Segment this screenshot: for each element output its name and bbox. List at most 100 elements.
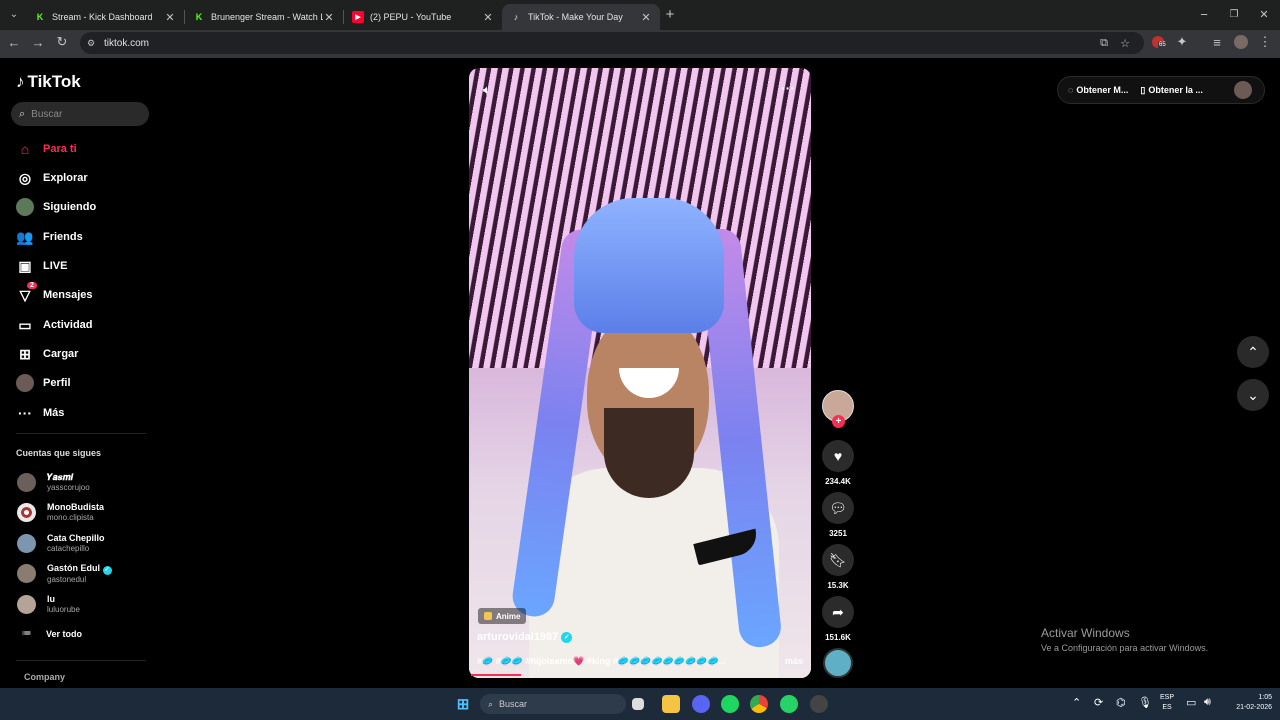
nav-label: Mensajes xyxy=(43,289,93,301)
account-name: Cata Chepillo xyxy=(47,533,105,543)
music-disc-avatar[interactable] xyxy=(823,648,853,678)
tab-brunenger-stream[interactable]: K Brunenger Stream - Watch Live ✕ xyxy=(185,4,343,30)
nav-item-mensajes[interactable]: ▽ 2 Mensajes xyxy=(16,282,93,305)
next-video-button[interactable]: ⌄ xyxy=(1237,379,1269,411)
whatsapp-icon[interactable] xyxy=(780,695,798,713)
following-account[interactable]: Gastón Edul ✓ gastonedul xyxy=(17,563,112,584)
get-desktop-app-button[interactable]: ◌ Obtener M... xyxy=(1068,85,1128,95)
nav-item-perfil[interactable]: Perfil xyxy=(16,373,71,393)
search-input[interactable]: ⌕ Buscar xyxy=(11,102,149,126)
follow-plus-icon[interactable]: + xyxy=(832,415,845,428)
app-icon[interactable] xyxy=(810,695,828,713)
chrome-menu-icon[interactable]: ⋮ xyxy=(1255,32,1275,52)
file-explorer-icon[interactable] xyxy=(662,695,680,713)
video-player[interactable]: 🔈︎ ··· xyxy=(469,68,811,678)
profile-icon xyxy=(16,374,34,392)
bookmark-star-icon[interactable]: ☆ xyxy=(1120,37,1130,50)
back-icon[interactable]: ← xyxy=(4,32,24,52)
close-window-icon[interactable]: ✕ xyxy=(1254,4,1274,24)
tray-volume-icon[interactable]: 🔊︎ xyxy=(1204,696,1211,709)
site-info-icon[interactable]: ⚙ xyxy=(87,38,95,49)
company-link[interactable]: Company xyxy=(24,672,65,682)
comment-button[interactable]: 💬︎ xyxy=(822,492,854,524)
nav-item-explorar[interactable]: ◎ Explorar xyxy=(16,168,88,188)
spotify-icon[interactable] xyxy=(721,695,739,713)
share-count: 151.6K xyxy=(825,633,851,642)
get-mobile-app-button[interactable]: ▯ Obtener la ... xyxy=(1140,85,1202,96)
nav-item-siguiendo[interactable]: Siguiendo xyxy=(16,197,96,217)
following-account[interactable]: Cata Chepillo catachepillo xyxy=(17,533,105,553)
video-options-icon[interactable]: ··· xyxy=(781,80,795,96)
avatar xyxy=(17,502,36,522)
caption-more-link[interactable]: más xyxy=(785,656,803,667)
nav-item-friends[interactable]: 👥 Friends xyxy=(16,227,83,247)
nav-item-live[interactable]: ▣ LIVE xyxy=(16,256,67,276)
effect-badge[interactable]: Anime xyxy=(478,608,527,624)
previous-video-button[interactable]: ⌃ xyxy=(1237,336,1269,368)
reload-icon[interactable]: ↻ xyxy=(52,32,72,52)
caption-text: #🥏 #🥏🥏 #hijoteamo💗 #king #🥏🥏🥏🥏🥏🥏🥏🥏🥏... xyxy=(477,656,727,666)
tab-close-icon[interactable]: ✕ xyxy=(640,11,652,24)
save-button[interactable]: 🔖︎ xyxy=(822,544,854,576)
minimize-window-icon[interactable]: − xyxy=(1194,4,1214,24)
tab-close-icon[interactable]: ✕ xyxy=(164,11,176,24)
video-progress-bar[interactable] xyxy=(471,674,521,676)
extension-icon[interactable]: 65 xyxy=(1148,32,1168,52)
author-name: arturovidal1987 xyxy=(477,631,559,643)
forward-icon[interactable]: → xyxy=(28,32,48,52)
media-controls-icon[interactable]: ≡ xyxy=(1207,32,1227,52)
tray-sync-icon[interactable]: ⟳ xyxy=(1094,696,1103,709)
share-button[interactable]: ➦ xyxy=(822,596,854,628)
browser-tab-strip: ⌄ K Stream - Kick Dashboard ✕ K Brunenge… xyxy=(0,0,1280,30)
tab-title: (2) PEPU - YouTube xyxy=(370,12,452,22)
taskbar-search-placeholder: Buscar xyxy=(499,699,528,709)
tab-close-icon[interactable]: ✕ xyxy=(323,11,335,24)
nav-label: Perfil xyxy=(43,377,71,389)
language-indicator[interactable]: ESP ES xyxy=(1160,693,1174,713)
get-app-bar: ◌ Obtener M... ▯ Obtener la ... xyxy=(1057,76,1265,104)
tray-monitor-icon[interactable]: ▭ xyxy=(1186,696,1196,709)
tray-mic-icon[interactable]: 🎙︎ xyxy=(1138,696,1152,709)
sidebar-divider xyxy=(16,433,146,434)
account-name: lu xyxy=(47,594,55,604)
tab-kick-dashboard[interactable]: K Stream - Kick Dashboard ✕ xyxy=(26,4,184,30)
account-name: Gastón Edul ✓ xyxy=(47,563,112,575)
volume-icon[interactable]: 🔈︎ xyxy=(483,82,491,98)
comment-count: 3251 xyxy=(829,529,847,538)
following-account[interactable]: 𝒀𝒂𝒔𝒎𝒊 yasscorujoo xyxy=(17,472,90,492)
tray-chevron-icon[interactable]: ⌃ xyxy=(1072,696,1081,709)
nav-label: Friends xyxy=(43,231,83,243)
more-icon: ··· xyxy=(18,405,32,421)
clock[interactable]: 1:05 21-02-2026 xyxy=(1222,693,1272,713)
tiktok-logo[interactable]: ♪ TikTok xyxy=(16,72,81,92)
friends-icon: 👥 xyxy=(16,228,34,245)
following-account[interactable]: MonoBudista mono.clipista xyxy=(17,502,104,522)
address-bar[interactable]: ⚙ tiktok.com ⧉ ☆ xyxy=(80,32,1144,54)
tab-close-icon[interactable]: ✕ xyxy=(482,11,494,24)
chrome-icon[interactable] xyxy=(750,695,768,713)
logo-text: TikTok xyxy=(27,72,81,91)
tiktok-note-icon: ♪ xyxy=(16,72,25,91)
tab-youtube[interactable]: ▶ (2) PEPU - YouTube ✕ xyxy=(344,4,502,30)
windows-start-icon[interactable]: ⊞ xyxy=(454,695,472,713)
user-avatar[interactable] xyxy=(1234,81,1252,99)
nav-item-cargar[interactable]: ⊞ Cargar xyxy=(16,344,78,364)
extensions-puzzle-icon[interactable]: ✦ xyxy=(1172,32,1192,52)
install-app-icon[interactable]: ⧉ xyxy=(1100,37,1108,50)
task-view-icon[interactable] xyxy=(632,698,644,710)
taskbar-search[interactable]: ⌕ Buscar xyxy=(480,694,626,714)
nav-item-para-ti[interactable]: ⌂ Para ti xyxy=(16,139,77,159)
restore-window-icon[interactable]: ❐ xyxy=(1224,4,1244,24)
profile-avatar-icon[interactable] xyxy=(1231,32,1251,52)
nav-item-mas[interactable]: ··· Más xyxy=(16,403,64,423)
like-button[interactable]: ♥ xyxy=(822,440,854,472)
discord-icon[interactable] xyxy=(692,695,710,713)
new-tab-button[interactable]: + xyxy=(660,4,680,24)
see-all-link[interactable]: ≔ Ver todo xyxy=(17,628,83,639)
tab-search-icon[interactable]: ⌄ xyxy=(4,4,24,24)
following-account[interactable]: lu luluorube xyxy=(17,594,80,614)
tab-tiktok[interactable]: ♪ TikTok - Make Your Day ✕ xyxy=(502,4,660,30)
video-author[interactable]: arturovidal1987 ✓ xyxy=(477,631,573,643)
tray-network-icon[interactable]: ⌬ xyxy=(1116,696,1126,709)
nav-item-actividad[interactable]: ▭ Actividad xyxy=(16,315,92,335)
